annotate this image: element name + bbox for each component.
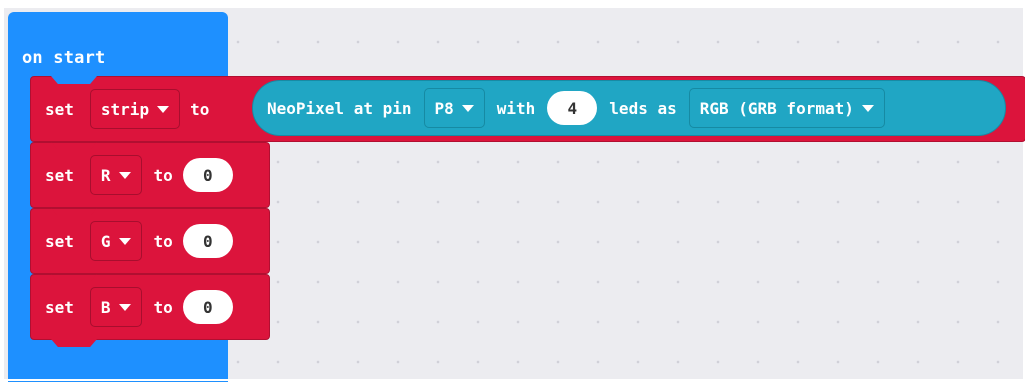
r-variable-label: R (100, 165, 111, 185)
dropdown-caret-icon (118, 237, 131, 245)
pin-label: P8 (434, 98, 454, 118)
pin-dropdown[interactable]: P8 (423, 88, 485, 128)
g-variable-dropdown[interactable]: G (89, 221, 142, 261)
mode-dropdown[interactable]: RGB (GRB format) (688, 88, 885, 128)
neopixel-create-block[interactable]: NeoPixel at pin P8 with 4 leds as RGB (G… (252, 80, 1006, 136)
set-b-block[interactable]: set B to 0 (30, 274, 270, 347)
set-g-block[interactable]: set G to 0 (30, 208, 270, 274)
g-variable-label: G (100, 231, 111, 251)
on-start-label: on start (22, 48, 106, 68)
dropdown-caret-icon (157, 105, 170, 113)
r-variable-dropdown[interactable]: R (89, 155, 142, 195)
mode-label: RGB (GRB format) (699, 98, 854, 118)
leds-as-label: leds as (609, 98, 677, 118)
g-value-input[interactable]: 0 (182, 224, 233, 258)
dropdown-caret-icon (461, 104, 474, 112)
with-label: with (496, 98, 536, 118)
strip-variable-dropdown[interactable]: strip (89, 89, 181, 129)
dropdown-caret-icon (118, 303, 131, 311)
block-tab (51, 339, 97, 347)
set-label: set (45, 99, 74, 119)
leds-count-input[interactable]: 4 (547, 91, 598, 125)
block-notch (51, 76, 97, 84)
to-label: to (153, 165, 173, 185)
set-label: set (45, 297, 74, 317)
dropdown-caret-icon (118, 171, 131, 179)
to-label: to (153, 297, 173, 317)
block-notch (51, 274, 97, 282)
block-notch (51, 142, 97, 150)
set-r-block[interactable]: set R to 0 (30, 142, 270, 208)
to-label: to (190, 99, 210, 119)
block-notch (51, 208, 97, 216)
r-value-input[interactable]: 0 (182, 158, 233, 192)
b-variable-dropdown[interactable]: B (89, 287, 142, 327)
strip-variable-label: strip (100, 99, 150, 119)
set-label: set (45, 165, 74, 185)
b-variable-label: B (100, 297, 111, 317)
set-label: set (45, 231, 74, 251)
dropdown-caret-icon (861, 104, 874, 112)
to-label: to (153, 231, 173, 251)
neopixel-prefix-label: NeoPixel at pin (267, 98, 412, 118)
b-value-input[interactable]: 0 (182, 290, 233, 324)
